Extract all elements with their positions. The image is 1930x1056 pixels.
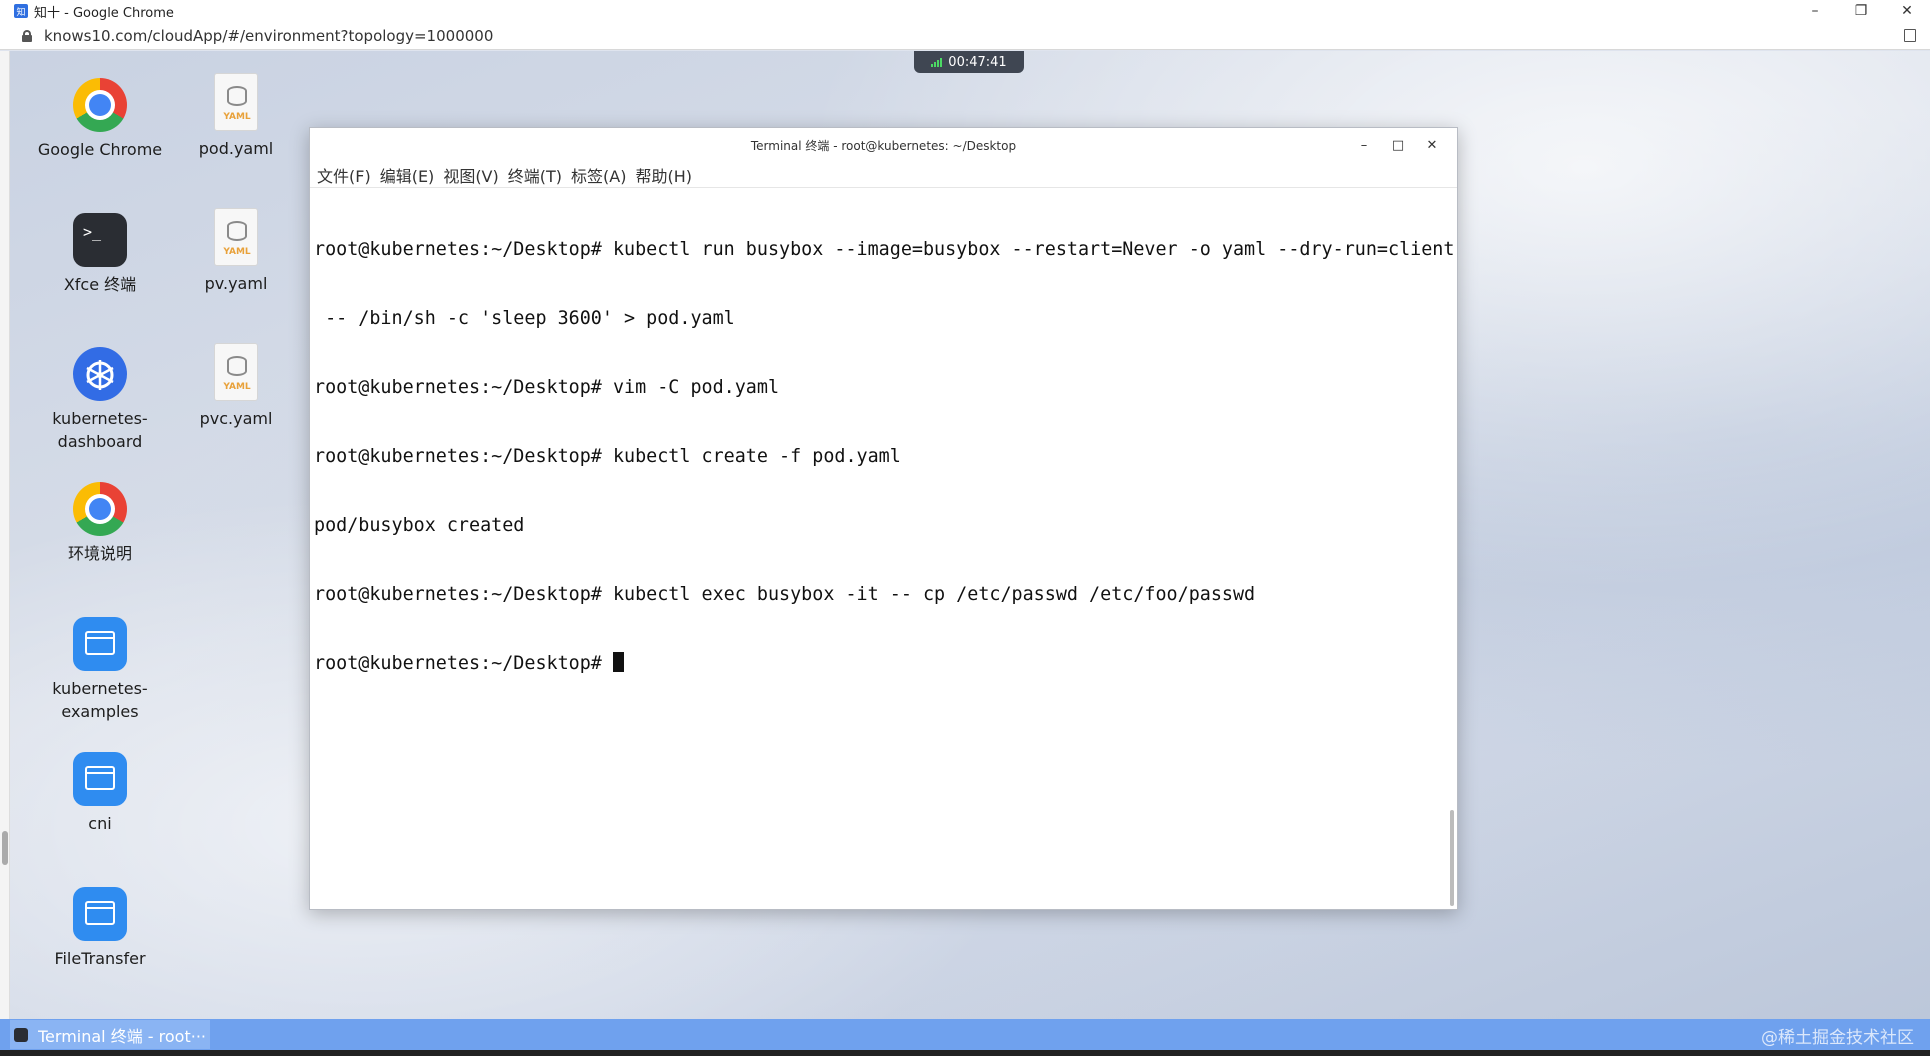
side-handle[interactable]: [2, 831, 8, 865]
session-timer: 00:47:41: [914, 51, 1024, 73]
window-title: 知十 - Google Chrome: [34, 5, 174, 21]
terminal-minimize-button[interactable]: –: [1347, 134, 1381, 156]
left-scroll-strip: [0, 51, 10, 1019]
terminal-output[interactable]: root@kubernetes:~/Desktop# kubectl run b…: [310, 188, 1457, 721]
chrome-icon: [73, 482, 127, 536]
menu-file[interactable]: 文件(F): [317, 163, 378, 187]
desktop-icon-kubernetes-dashboard[interactable]: kubernetes- dashboard: [30, 347, 170, 453]
menu-tabs[interactable]: 标签(A): [571, 163, 633, 187]
taskbar: Terminal 终端 - root··· @稀土掘金技术社区: [0, 1019, 1930, 1050]
terminal-line: root@kubernetes:~/Desktop# kubectl run b…: [314, 239, 1455, 260]
bottom-strip: [0, 1050, 1930, 1056]
terminal-close-button[interactable]: ✕: [1415, 134, 1449, 156]
folder-icon: [73, 887, 127, 941]
url-text[interactable]: knows10.com/cloudApp/#/environment?topol…: [44, 27, 493, 45]
taskbar-item-terminal[interactable]: Terminal 终端 - root···: [10, 1020, 210, 1049]
menu-help[interactable]: 帮助(H): [635, 163, 699, 187]
desktop-icon-pvc-yaml[interactable]: YAML pvc.yaml: [166, 343, 306, 430]
terminal-maximize-button[interactable]: □: [1381, 134, 1415, 156]
terminal-line: root@kubernetes:~/Desktop# vim -C pod.ya…: [314, 377, 780, 398]
menu-view[interactable]: 视图(V): [443, 163, 505, 187]
desktop-icon-xfce-terminal[interactable]: >_ Xfce 终端: [30, 213, 170, 296]
close-button[interactable]: ✕: [1884, 0, 1930, 22]
desktop-icon-label: pod.yaml: [198, 139, 274, 158]
terminal-prompt: root@kubernetes:~/Desktop#: [314, 653, 613, 674]
terminal-icon: >_: [73, 213, 127, 267]
desktop-icon-kubernetes-examples[interactable]: kubernetes- examples: [30, 617, 170, 723]
terminal-window[interactable]: Terminal 终端 - root@kubernetes: ~/Desktop…: [309, 127, 1458, 910]
terminal-menu-bar: 文件(F) 编辑(E) 视图(V) 终端(T) 标签(A) 帮助(H): [310, 162, 1457, 188]
menu-terminal[interactable]: 终端(T): [508, 163, 569, 187]
minimize-button[interactable]: –: [1792, 0, 1838, 22]
desktop-icon-google-chrome[interactable]: Google Chrome: [30, 78, 170, 161]
desktop-icon-label: pv.yaml: [204, 274, 268, 293]
terminal-line: root@kubernetes:~/Desktop# kubectl exec …: [314, 584, 1256, 605]
desktop-icon-pv-yaml[interactable]: YAML pv.yaml: [166, 208, 306, 295]
desktop-icon-label: cni: [88, 814, 112, 833]
yaml-file-icon: YAML: [214, 343, 258, 401]
desktop-icon-label: FileTransfer: [54, 949, 146, 968]
lock-icon[interactable]: [22, 29, 32, 42]
desktop-icon-label: kubernetes- examples: [52, 679, 148, 721]
desktop-icon-label: 环境说明: [67, 544, 132, 563]
terminal-line: -- /bin/sh -c 'sleep 3600' > pod.yaml: [314, 308, 735, 329]
terminal-title-bar[interactable]: Terminal 终端 - root@kubernetes: ~/Desktop…: [310, 128, 1457, 162]
browser-title-bar: 知 知十 - Google Chrome – ❐ ✕: [0, 0, 1930, 22]
restore-button[interactable]: ❐: [1838, 0, 1884, 22]
kubernetes-icon: [73, 347, 127, 401]
terminal-title: Terminal 终端 - root@kubernetes: ~/Desktop: [750, 138, 1017, 153]
desktop-icon-environment-guide[interactable]: 环境说明: [30, 482, 170, 565]
share-icon[interactable]: [1904, 29, 1916, 42]
window-controls: – ❐ ✕: [1792, 0, 1930, 22]
desktop-icon-filetransfer[interactable]: FileTransfer: [30, 887, 170, 970]
yaml-file-icon: YAML: [214, 73, 258, 131]
signal-icon: [931, 57, 943, 67]
terminal-prompt-line[interactable]: root@kubernetes:~/Desktop#: [314, 652, 1451, 675]
terminal-line: root@kubernetes:~/Desktop# kubectl creat…: [314, 446, 901, 467]
desktop-icon-label: Xfce 终端: [63, 275, 137, 294]
desktop-icon-label: pvc.yaml: [199, 409, 273, 428]
desktop-icon-label: Google Chrome: [37, 140, 163, 159]
watermark: @稀土掘金技术社区: [1761, 1028, 1914, 1048]
desktop-icon-pod-yaml[interactable]: YAML pod.yaml: [166, 73, 306, 160]
terminal-window-controls: – □ ✕: [1347, 134, 1449, 156]
app-logo-icon: 知: [14, 4, 28, 18]
yaml-file-icon: YAML: [214, 208, 258, 266]
folder-icon: [73, 752, 127, 806]
desktop-icon-cni[interactable]: cni: [30, 752, 170, 835]
terminal-line: pod/busybox created: [314, 515, 525, 536]
text-cursor: [612, 652, 624, 672]
desktop-icon-label: kubernetes- dashboard: [52, 409, 148, 451]
menu-edit[interactable]: 编辑(E): [380, 163, 442, 187]
taskbar-item-label: Terminal 终端 - root···: [38, 1026, 206, 1046]
chrome-icon: [73, 78, 127, 132]
terminal-scrollbar[interactable]: [1450, 810, 1454, 906]
folder-icon: [73, 617, 127, 671]
timer-text: 00:47:41: [948, 54, 1007, 70]
address-bar[interactable]: knows10.com/cloudApp/#/environment?topol…: [0, 22, 1930, 50]
terminal-icon: [14, 1027, 28, 1042]
